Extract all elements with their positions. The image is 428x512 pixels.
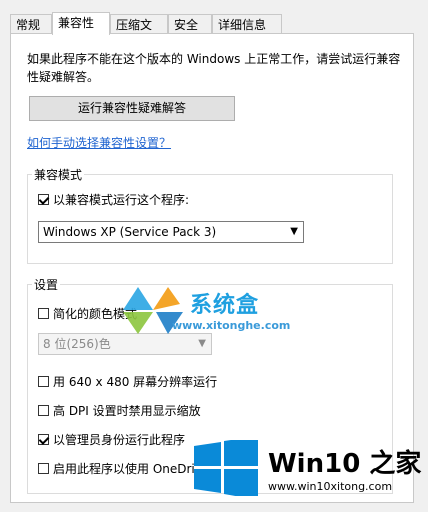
os-select[interactable]: Windows XP (Service Pack 3) ▼ [38,221,304,243]
windows-logo-icon [194,440,258,496]
xitonghe-name: 系统盒 [190,293,260,318]
onedrive-label: 启用此程序以使用 OneDri [53,462,195,476]
res-640-checkbox[interactable]: 用 640 x 480 屏幕分辨率运行 [38,373,217,390]
win10-home-name: Win10 之家 [268,449,422,479]
tab-security[interactable]: 安全 [168,14,212,34]
compat-mode-group: 兼容模式 以兼容模式运行这个程序: Windows XP (Service Pa… [27,166,393,264]
run-admin-label: 以管理员身份运行此程序 [53,433,186,447]
compat-mode-checkbox[interactable]: 以兼容模式运行这个程序: [38,191,189,208]
checkbox-icon[interactable] [38,376,49,387]
high-dpi-checkbox[interactable]: 高 DPI 设置时禁用显示缩放 [38,402,201,419]
color-depth-value: 8 位(256)色 [43,337,111,351]
settings-title: 设置 [32,276,61,293]
high-dpi-label: 高 DPI 设置时禁用显示缩放 [53,404,201,418]
res-640-label: 用 640 x 480 屏幕分辨率运行 [53,375,218,389]
chevron-down-icon: ▼ [290,226,298,237]
xitonghe-url: www.xitonghe.com [172,319,291,332]
run-admin-checkbox[interactable]: 以管理员身份运行此程序 [38,431,185,448]
checkbox-icon[interactable] [38,308,49,319]
compat-mode-label: 以兼容模式运行这个程序: [53,193,190,207]
checkbox-checked-icon[interactable] [38,434,49,445]
checkbox-checked-icon[interactable] [38,194,49,205]
checkbox-icon[interactable] [38,405,49,416]
tab-compatibility[interactable]: 兼容性 [52,12,110,35]
tab-details[interactable]: 详细信息 [212,14,282,34]
tab-compressed-files[interactable]: 压缩文件 [110,14,168,52]
tab-general[interactable]: 常规 [10,14,52,34]
troubleshoot-button[interactable]: 运行兼容性疑难解答 [29,96,235,121]
win10-home-url: www.win10xitong.com [268,480,393,493]
manual-settings-link[interactable]: 如何手动选择兼容性设置？ [27,134,171,151]
checkbox-icon[interactable] [38,463,49,474]
compatibility-panel: 如果此程序不能在这个版本的 Windows 上正常工作，请尝试运行兼容性疑难解答… [10,33,414,503]
onedrive-checkbox[interactable]: 启用此程序以使用 OneDri [38,460,195,477]
description-text: 如果此程序不能在这个版本的 Windows 上正常工作，请尝试运行兼容性疑难解答… [27,52,401,84]
compat-mode-title: 兼容模式 [32,166,85,183]
chevron-down-icon: ▼ [198,338,206,349]
os-select-value: Windows XP (Service Pack 3) [43,225,217,239]
